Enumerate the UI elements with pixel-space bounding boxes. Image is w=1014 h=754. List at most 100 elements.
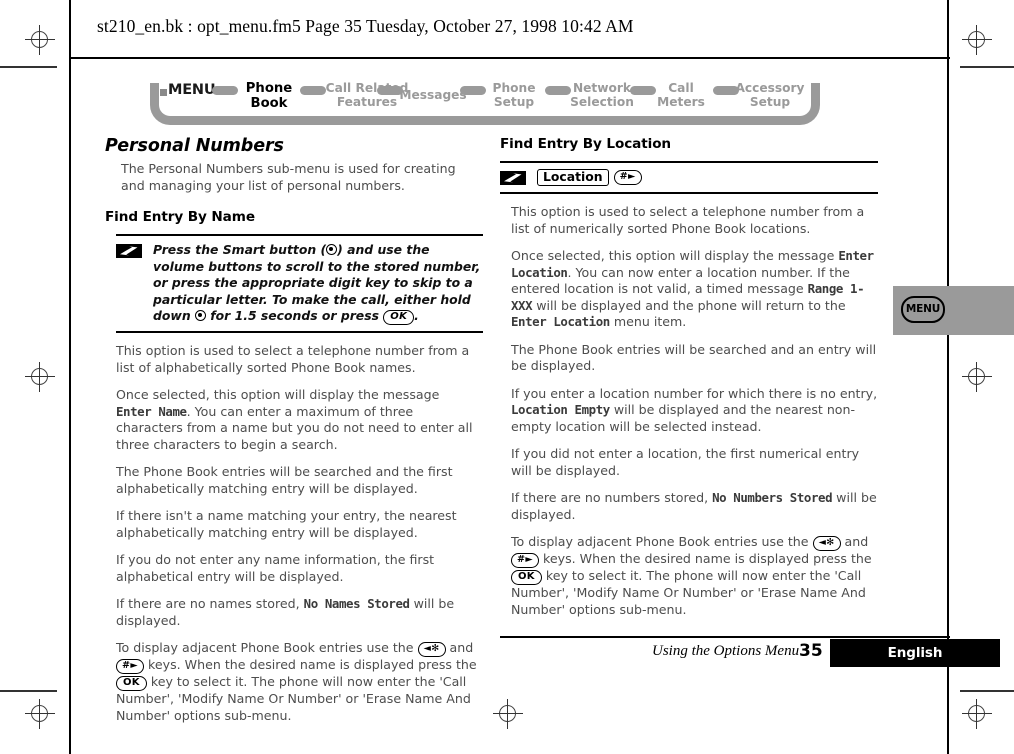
menu-item-line2: Setup bbox=[493, 94, 535, 109]
page-title: Personal Numbers bbox=[105, 136, 284, 156]
menu-item-messages[interactable]: Messages bbox=[398, 88, 468, 103]
menu-item-line1: Phone bbox=[245, 81, 293, 96]
menu-item-line2: Selection bbox=[570, 94, 634, 109]
lcd-message-enter-name: Enter Name bbox=[116, 403, 187, 419]
note-text-part3: for 1.5 seconds or press bbox=[205, 308, 384, 323]
running-header: st210_en.bk : opt_menu.fm5 Page 35 Tuesd… bbox=[97, 16, 634, 36]
paragraph-text: If there isn't a name matching your entr… bbox=[116, 508, 457, 540]
registration-vline bbox=[976, 699, 977, 729]
paragraph-text: This option is used to select a telephon… bbox=[511, 204, 865, 236]
paragraph-text-post2: will be displayed and the phone will ret… bbox=[532, 297, 846, 313]
menu-item-line1: Accessory bbox=[735, 81, 805, 95]
paragraph-l6: If there are no names stored, No Names S… bbox=[116, 596, 477, 629]
note-text-part4: . bbox=[414, 308, 419, 323]
right-column: Find Entry By Location Location #► This … bbox=[500, 136, 878, 629]
menu-item-line2: Setup bbox=[749, 94, 791, 109]
note-text-part1: Press the Smart button ( bbox=[153, 242, 327, 257]
crop-mark-top-right-horizontal bbox=[960, 66, 1014, 68]
paragraph-text: To display adjacent Phone Book entries u… bbox=[116, 640, 418, 655]
menu-item-line1: Messages bbox=[399, 88, 467, 102]
paragraph-l1: This option is used to select a telephon… bbox=[116, 343, 477, 376]
paragraph-text-post: key to select it. The phone will now ent… bbox=[116, 674, 471, 723]
menu-item-line1: Call bbox=[668, 81, 694, 95]
ok-key-glyph: OK bbox=[116, 676, 147, 691]
paragraph-l4: If there isn't a name matching your entr… bbox=[116, 508, 477, 541]
paragraph-r5: If you did not enter a location, the fir… bbox=[511, 446, 878, 479]
ok-key-glyph: OK bbox=[511, 570, 542, 585]
registration-hline bbox=[962, 376, 992, 377]
lcd-message-no-names-stored: No Names Stored bbox=[303, 596, 410, 611]
paragraph-text: The Phone Book entries will be searched … bbox=[511, 341, 877, 374]
registration-mark-bottom-right bbox=[962, 699, 992, 729]
registration-mark-mid-left bbox=[25, 362, 55, 392]
registration-mark-bottom-left bbox=[25, 699, 55, 729]
side-thumb-tab[interactable]: MENU bbox=[893, 286, 1014, 335]
menu-item-phone-book[interactable]: Phone Book bbox=[239, 81, 299, 111]
smart-button-icon bbox=[194, 310, 206, 321]
footer-chapter-title: Using the Options Menu bbox=[652, 643, 800, 659]
paragraph-text-mid1: and bbox=[445, 640, 474, 655]
registration-hline bbox=[25, 713, 55, 714]
footer-rule bbox=[500, 636, 950, 638]
registration-mark-top-right bbox=[962, 25, 992, 55]
menu-item-line1: Network bbox=[572, 81, 632, 95]
paragraph-l3: The Phone Book entries will be searched … bbox=[116, 464, 477, 497]
hash-key-glyph: #► bbox=[613, 170, 642, 185]
menu-item-call-meters[interactable]: Call Meters bbox=[650, 81, 712, 109]
paragraph-text-post3: menu item. bbox=[609, 314, 687, 329]
registration-hline bbox=[25, 39, 55, 40]
paragraph-text-post: key to select it. The phone will now ent… bbox=[511, 568, 866, 617]
lcd-message-location-empty: Location Empty bbox=[511, 402, 610, 417]
subsection-heading-find-entry-by-location: Find Entry By Location bbox=[500, 136, 672, 152]
location-key-glyph: Location bbox=[537, 169, 609, 186]
registration-hline bbox=[25, 376, 55, 377]
paragraph-r4: If you enter a location number for which… bbox=[511, 386, 878, 436]
menu-item-line1: Phone bbox=[492, 81, 536, 95]
paragraph-r3: The Phone Book entries will be searched … bbox=[511, 342, 878, 375]
paragraph-text: If there are no names stored, bbox=[116, 596, 304, 611]
ok-key-glyph: OK bbox=[383, 310, 415, 325]
registration-mark-top-left bbox=[25, 25, 55, 55]
paragraph-text: If you did not enter a location, the fir… bbox=[511, 446, 860, 478]
page-header-rule bbox=[70, 57, 950, 59]
paragraph-r7-adjacent: To display adjacent Phone Book entries u… bbox=[511, 534, 878, 618]
registration-hline bbox=[493, 713, 523, 714]
section-intro: The Personal Numbers sub-menu is used fo… bbox=[121, 161, 456, 193]
menu-tab-key[interactable]: MENU bbox=[901, 296, 945, 323]
paragraph-text: If you do not enter any name information… bbox=[116, 552, 435, 584]
registration-vline bbox=[976, 25, 977, 55]
menu-item-network-selection[interactable]: Network Selection bbox=[562, 81, 642, 109]
paragraph-text: If there are no numbers stored, bbox=[511, 490, 713, 505]
menu-item-line1: Call Related bbox=[325, 81, 409, 95]
paragraph-text-mid2: keys. When the desired name is displayed… bbox=[144, 657, 477, 672]
hash-key-glyph: #► bbox=[116, 659, 145, 674]
registration-hline bbox=[962, 39, 992, 40]
lightning-z-icon bbox=[500, 170, 526, 185]
menu-item-line2: Features bbox=[336, 94, 398, 109]
note-box-find-entry-by-name: Press the Smart button () and use the vo… bbox=[116, 234, 483, 333]
smart-button-icon bbox=[326, 244, 338, 255]
paragraph-text: Once selected, this option will display … bbox=[116, 387, 440, 402]
menu-item-phone-setup[interactable]: Phone Setup bbox=[479, 81, 549, 109]
paragraph-text: Once selected, this option will display … bbox=[511, 248, 839, 263]
crop-mark-bottom-left-horizontal bbox=[0, 690, 57, 692]
menu-item-line2: Meters bbox=[657, 94, 705, 109]
star-key-glyph: ◄✻ bbox=[812, 536, 841, 551]
registration-hline bbox=[962, 713, 992, 714]
paragraph-l5: If you do not enter any name information… bbox=[116, 552, 477, 585]
registration-vline bbox=[976, 362, 977, 392]
paragraph-text: To display adjacent Phone Book entries u… bbox=[511, 534, 813, 549]
paragraph-l2: Once selected, this option will display … bbox=[116, 387, 477, 453]
paragraph-r1: This option is used to select a telephon… bbox=[511, 204, 878, 237]
lcd-message-enter-location-2: Enter Location bbox=[511, 314, 610, 329]
star-key-glyph: ◄✻ bbox=[417, 642, 446, 657]
crop-mark-top-left-horizontal bbox=[0, 66, 57, 68]
page-border-left bbox=[69, 0, 71, 754]
left-column: Personal Numbers The Personal Numbers su… bbox=[105, 136, 483, 735]
paragraph-text-mid2: keys. When the desired name is displayed… bbox=[539, 551, 872, 566]
menu-item-accessory-setup[interactable]: Accessory Setup bbox=[730, 81, 810, 109]
footer-language-badge: English bbox=[830, 639, 1000, 667]
menu-path-bar: MENU Phone Book Call Related Features Me… bbox=[150, 78, 825, 126]
registration-mark-bottom-center bbox=[493, 699, 523, 729]
registration-vline bbox=[39, 699, 40, 729]
